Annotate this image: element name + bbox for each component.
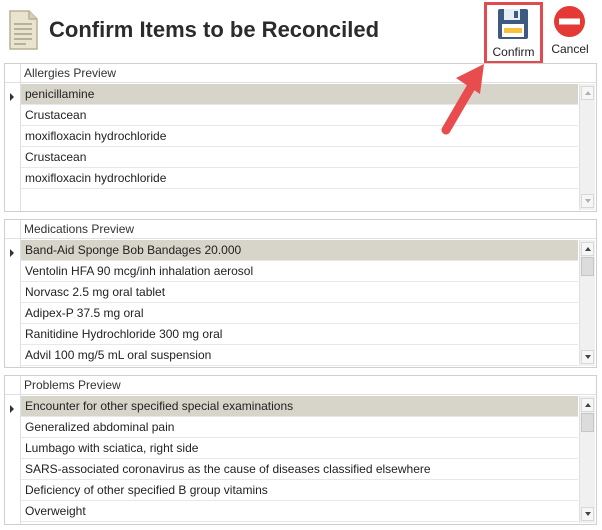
arrow-down-icon	[585, 512, 591, 516]
table-row[interactable]: penicillamine	[21, 84, 578, 105]
table-row[interactable]: Overweight	[21, 501, 578, 522]
table-row[interactable]: Crustacean	[21, 147, 578, 168]
medications-column-header[interactable]: Medications Preview	[5, 220, 596, 239]
arrow-down-icon	[585, 199, 591, 203]
arrow-down-icon	[585, 355, 591, 359]
row-header-column	[5, 220, 21, 367]
medications-list: Band-Aid Sponge Bob Bandages 20.000 Vent…	[21, 240, 578, 366]
problems-preview-title: Problems Preview	[24, 378, 121, 392]
scroll-up-button[interactable]	[581, 242, 594, 256]
document-icon	[9, 10, 38, 50]
problems-scrollbar[interactable]	[579, 396, 595, 523]
cancel-label: Cancel	[551, 42, 589, 56]
allergies-preview-panel: Allergies Preview penicillamine Crustace…	[4, 63, 597, 212]
row-selector-caret-icon	[10, 93, 14, 101]
scroll-down-button[interactable]	[581, 507, 594, 521]
problems-list: Encounter for other specified special ex…	[21, 396, 578, 522]
allergies-scrollbar[interactable]	[579, 84, 595, 210]
scroll-down-button[interactable]	[581, 194, 594, 208]
dialog-header: Confirm Items to be Reconciled Confirm C…	[0, 0, 602, 64]
cancel-button[interactable]: Cancel	[547, 2, 593, 60]
confirm-label: Confirm	[492, 45, 535, 59]
row-selector-caret-icon	[10, 405, 14, 413]
table-row[interactable]: Norvasc 2.5 mg oral tablet	[21, 282, 578, 303]
table-row[interactable]: moxifloxacin hydrochloride	[21, 126, 578, 147]
row-header-column	[5, 64, 21, 211]
table-row[interactable]: Encounter for other specified special ex…	[21, 396, 578, 417]
table-row[interactable]: Band-Aid Sponge Bob Bandages 20.000	[21, 240, 578, 261]
scroll-thumb[interactable]	[581, 413, 594, 432]
problems-column-header[interactable]: Problems Preview	[5, 376, 596, 395]
scroll-thumb[interactable]	[581, 257, 594, 276]
allergies-list: penicillamine Crustacean moxifloxacin hy…	[21, 84, 578, 189]
medications-scrollbar[interactable]	[579, 240, 595, 366]
row-selector-caret-icon	[10, 249, 14, 257]
scroll-up-button[interactable]	[581, 86, 594, 100]
table-row[interactable]: Ranitidine Hydrochloride 300 mg oral	[21, 324, 578, 345]
problems-preview-panel: Problems Preview Encounter for other spe…	[4, 375, 597, 525]
table-row[interactable]: SARS-associated coronavirus as the cause…	[21, 459, 578, 480]
scroll-up-button[interactable]	[581, 398, 594, 412]
dialog-title: Confirm Items to be Reconciled	[49, 17, 380, 42]
row-header-column	[5, 376, 21, 524]
table-row[interactable]: Deficiency of other specified B group vi…	[21, 480, 578, 501]
allergies-preview-title: Allergies Preview	[24, 66, 117, 80]
table-row[interactable]: moxifloxacin hydrochloride	[21, 168, 578, 189]
scroll-down-button[interactable]	[581, 350, 594, 364]
table-row[interactable]: Lumbago with sciatica, right side	[21, 438, 578, 459]
cancel-circle-icon	[554, 6, 585, 37]
allergies-column-header[interactable]: Allergies Preview	[5, 64, 596, 83]
table-row[interactable]: Generalized abdominal pain	[21, 417, 578, 438]
save-disk-icon	[498, 9, 528, 39]
confirm-button[interactable]: Confirm	[484, 2, 543, 64]
table-row[interactable]: Ventolin HFA 90 mcg/inh inhalation aeros…	[21, 261, 578, 282]
arrow-up-icon	[585, 403, 591, 407]
medications-preview-title: Medications Preview	[24, 222, 135, 236]
arrow-up-icon	[585, 247, 591, 251]
table-row[interactable]: Adipex-P 37.5 mg oral	[21, 303, 578, 324]
medications-preview-panel: Medications Preview Band-Aid Sponge Bob …	[4, 219, 597, 368]
table-row[interactable]: Crustacean	[21, 105, 578, 126]
table-row[interactable]: Advil 100 mg/5 mL oral suspension	[21, 345, 578, 366]
arrow-up-icon	[585, 91, 591, 95]
